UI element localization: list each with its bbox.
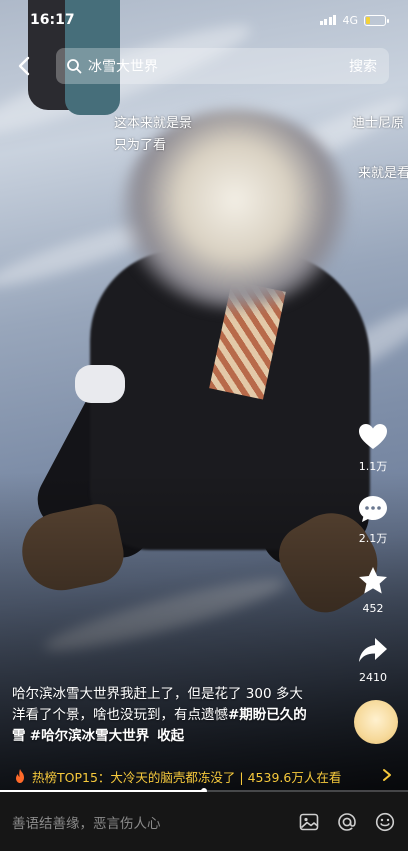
like-button[interactable]: 1.1万 — [356, 420, 390, 474]
collapse-caption-button[interactable]: 收起 — [157, 728, 184, 744]
danmaku-comment: 这本来就是景 — [114, 116, 193, 131]
video-frame[interactable] — [0, 0, 408, 792]
status-bar: 16:17 4G — [0, 0, 408, 40]
status-indicators: 4G — [319, 13, 389, 27]
search-input[interactable]: 冰雪大世界 搜索 — [56, 48, 389, 84]
battery-icon — [364, 14, 389, 26]
back-arrow-icon — [18, 56, 30, 76]
network-type: 4G — [342, 13, 358, 27]
comment-bar: 善语结善缘，恶言伤人心 — [0, 792, 408, 851]
share-icon — [359, 638, 387, 662]
hot-topic-viewers: | 4539.6万人在看 — [239, 769, 342, 785]
search-icon — [66, 58, 82, 74]
emoji-icon[interactable] — [374, 811, 396, 833]
image-icon[interactable] — [298, 811, 320, 833]
hashtag[interactable]: #哈尔滨冰雪大世界 — [30, 728, 149, 744]
danmaku-comment: 来就是看 — [358, 166, 408, 181]
heart-icon — [359, 424, 387, 449]
person-glove — [75, 365, 125, 403]
hot-topic-title: 热榜TOP15：大冷天的脑壳都冻没了 — [32, 769, 236, 785]
fire-icon — [12, 768, 28, 784]
battery-level — [366, 16, 370, 24]
action-column: 1.1万 2.1万 452 2410 — [350, 420, 396, 702]
danmaku-comment: 迪士尼原 — [352, 116, 405, 131]
star-icon — [359, 567, 387, 594]
search-header: 冰雪大世界 搜索 — [0, 46, 408, 86]
share-count: 2410 — [359, 671, 387, 684]
hot-topic-banner[interactable]: 热榜TOP15：大冷天的脑壳都冻没了 | 4539.6万人在看 — [0, 763, 408, 789]
comment-count: 2.1万 — [358, 532, 388, 545]
comment-button[interactable]: 2.1万 — [356, 492, 390, 546]
like-count: 1.1万 — [358, 460, 388, 473]
chevron-right-icon — [382, 768, 392, 782]
back-button[interactable] — [4, 46, 44, 86]
signal-icon — [319, 15, 337, 25]
search-button[interactable]: 搜索 — [349, 56, 377, 76]
favorite-count: 452 — [362, 602, 384, 615]
danmaku-comment: 只为了看 — [114, 138, 167, 153]
mention-icon[interactable] — [336, 811, 358, 833]
comment-icon — [359, 496, 387, 522]
creator-avatar[interactable] — [354, 700, 398, 744]
comment-input[interactable]: 善语结善缘，恶言伤人心 — [12, 802, 298, 842]
share-button[interactable]: 2410 — [356, 633, 390, 684]
favorite-button[interactable]: 452 — [356, 564, 390, 615]
comment-tools — [298, 811, 396, 833]
search-query: 冰雪大世界 — [88, 59, 158, 75]
status-time: 16:17 — [30, 12, 75, 28]
video-caption[interactable]: 哈尔滨冰雪大世界我赶上了，但是花了 300 多大洋看了个景，啥也没玩到，有点遗憾… — [12, 684, 312, 747]
